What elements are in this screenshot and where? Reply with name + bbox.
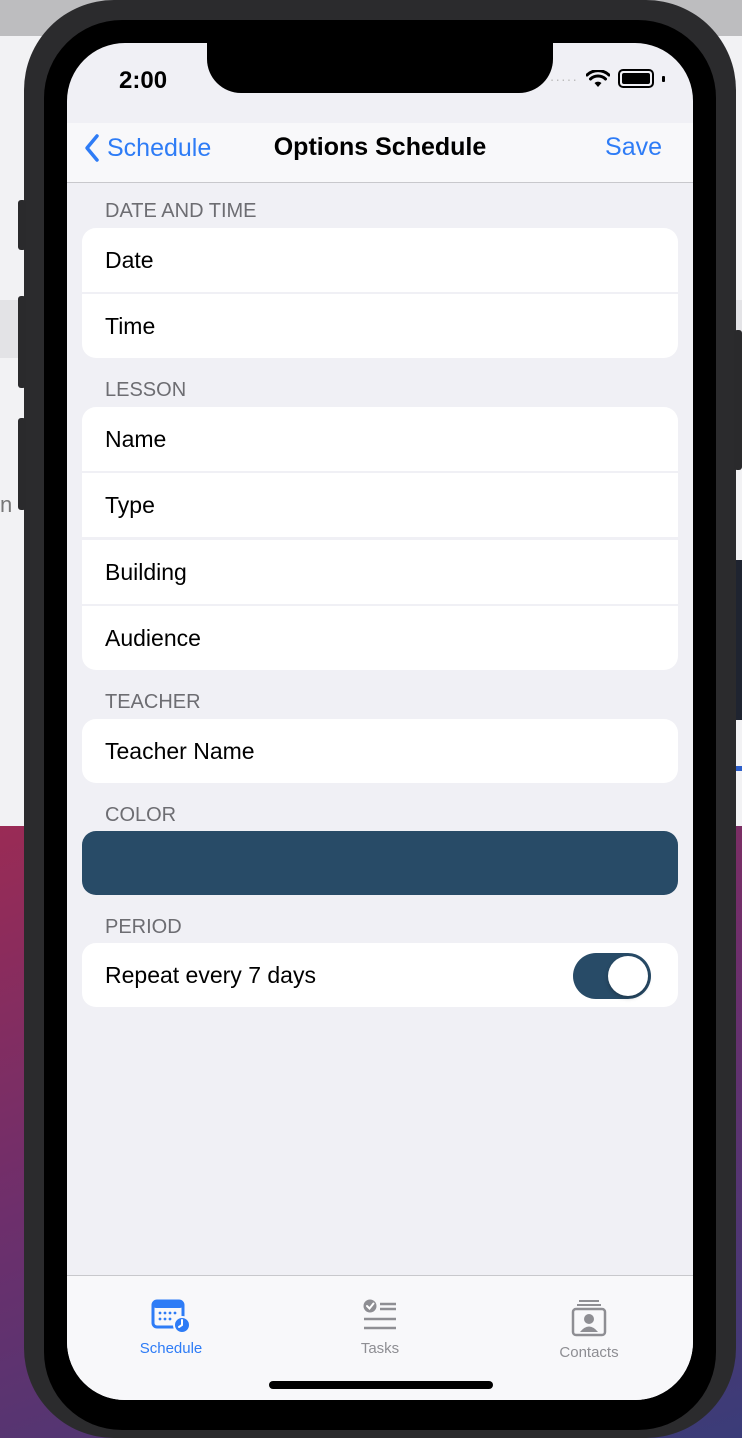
section-header-period: PERIOD bbox=[105, 916, 182, 938]
time-cell[interactable]: Time bbox=[82, 294, 678, 358]
lesson-audience-cell[interactable]: Audience bbox=[82, 606, 678, 670]
page-title: Options Schedule bbox=[273, 133, 487, 161]
volume-down-button bbox=[18, 418, 26, 510]
navigation-bar: Schedule Options Schedule Save bbox=[67, 123, 693, 183]
status-icons: ····· bbox=[550, 69, 665, 88]
tab-contacts[interactable]: Contacts bbox=[519, 1298, 659, 1361]
home-indicator bbox=[269, 1381, 493, 1389]
power-button bbox=[734, 330, 742, 470]
color-picker-cell[interactable] bbox=[82, 831, 678, 895]
section-header-color: COLOR bbox=[105, 804, 177, 826]
phone-screen: 2:00 ····· Schedule Options Schedule Sav… bbox=[67, 43, 693, 1400]
tab-contacts-label: Contacts bbox=[559, 1344, 619, 1361]
section-header-date-time: DATE AND TIME bbox=[105, 200, 257, 222]
battery-cap bbox=[662, 75, 665, 82]
volume-up-button bbox=[18, 296, 26, 388]
toggle-knob bbox=[608, 956, 648, 996]
calendar-clock-icon bbox=[151, 1299, 191, 1334]
section-header-teacher: TEACHER bbox=[105, 691, 201, 713]
tab-schedule[interactable]: Schedule bbox=[101, 1298, 241, 1357]
lesson-name-cell[interactable]: Name bbox=[82, 407, 678, 471]
checklist-icon bbox=[363, 1299, 396, 1330]
signal-icon: ····· bbox=[549, 70, 578, 87]
section-header-lesson: LESSON bbox=[105, 379, 187, 401]
save-button[interactable]: Save bbox=[605, 133, 662, 162]
date-cell[interactable]: Date bbox=[82, 228, 678, 292]
lesson-type-cell[interactable]: Type bbox=[82, 473, 678, 537]
repeat-cell: Repeat every 7 days bbox=[82, 943, 678, 1007]
repeat-toggle[interactable] bbox=[573, 953, 651, 999]
tab-tasks[interactable]: Tasks bbox=[310, 1298, 450, 1357]
notch bbox=[207, 43, 553, 93]
teacher-name-cell[interactable]: Teacher Name bbox=[82, 719, 678, 783]
mute-switch bbox=[18, 200, 26, 250]
lesson-building-cell[interactable]: Building bbox=[82, 540, 678, 604]
desktop-edge-text: n bbox=[0, 492, 13, 517]
battery-icon bbox=[618, 69, 654, 88]
repeat-label: Repeat every 7 days bbox=[105, 961, 316, 988]
tab-tasks-label: Tasks bbox=[360, 1340, 400, 1357]
status-time: 2:00 bbox=[119, 67, 168, 94]
contact-card-icon bbox=[571, 1300, 607, 1337]
wifi-icon bbox=[586, 69, 610, 87]
tab-schedule-label: Schedule bbox=[139, 1340, 203, 1357]
